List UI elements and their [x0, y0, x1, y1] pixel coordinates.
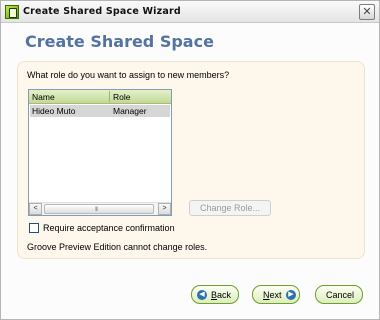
cancel-label: Cancel: [326, 290, 355, 300]
member-name: Hideo Muto: [32, 106, 76, 116]
page-title: Create Shared Space: [25, 32, 214, 51]
list-header: Name Role: [29, 90, 171, 104]
title-bar[interactable]: Create Shared Space Wizard ✕: [1, 1, 379, 23]
next-label: Next: [263, 290, 282, 300]
horizontal-scrollbar[interactable]: < III >: [29, 202, 171, 215]
column-header-role[interactable]: Role: [113, 92, 130, 102]
cancel-button[interactable]: Cancel: [315, 285, 363, 304]
next-arrow-icon: ▶: [286, 290, 296, 300]
change-role-button[interactable]: Change Role...: [189, 200, 271, 216]
table-row[interactable]: Hideo Muto Manager: [30, 105, 170, 117]
require-confirmation-label[interactable]: Require acceptance confirmation: [43, 223, 175, 233]
scroll-grip-icon: III: [95, 207, 98, 213]
close-button[interactable]: ✕: [359, 4, 375, 20]
column-divider[interactable]: [109, 91, 110, 102]
scroll-thumb[interactable]: III: [44, 204, 154, 214]
edition-note: Groove Preview Edition cannot change rol…: [27, 242, 208, 252]
member-role: Manager: [113, 106, 147, 116]
wizard-window: Create Shared Space Wizard ✕ Create Shar…: [0, 0, 380, 320]
groove-app-icon: [5, 5, 19, 19]
scroll-right-button[interactable]: >: [158, 203, 171, 215]
role-question: What role do you want to assign to new m…: [27, 70, 230, 80]
back-label: Back: [211, 290, 232, 300]
scroll-left-button[interactable]: <: [29, 203, 42, 215]
window-title: Create Shared Space Wizard: [23, 6, 181, 17]
close-icon: ✕: [362, 6, 372, 18]
back-button[interactable]: ◀ Back: [191, 285, 239, 304]
next-button[interactable]: Next ▶: [252, 285, 300, 304]
members-list[interactable]: Name Role Hideo Muto Manager < III >: [28, 89, 172, 216]
chevron-right-icon: >: [162, 205, 167, 212]
back-arrow-icon: ◀: [197, 290, 207, 300]
chevron-left-icon: <: [33, 205, 38, 212]
require-confirmation-checkbox[interactable]: [29, 223, 39, 233]
column-header-name[interactable]: Name: [32, 92, 55, 102]
